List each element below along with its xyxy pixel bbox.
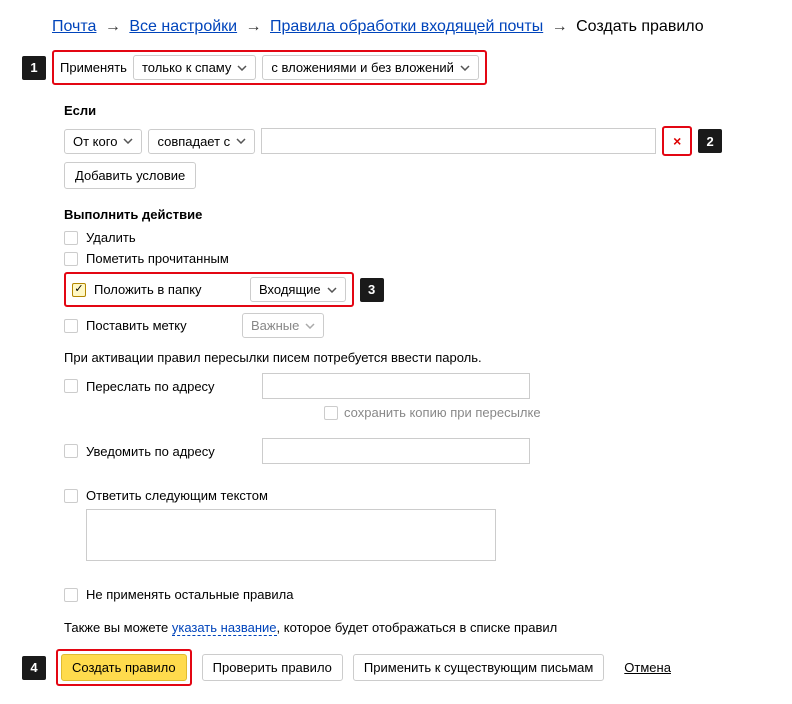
attachments-filter-select[interactable]: с вложениями и без вложений xyxy=(262,55,479,80)
notify-to-input[interactable] xyxy=(262,438,530,464)
callout-3: 3 xyxy=(360,278,384,302)
set-label-label: Поставить метку xyxy=(86,318,234,333)
save-copy-checkbox[interactable] xyxy=(324,406,338,420)
reply-with-checkbox[interactable] xyxy=(64,489,78,503)
chevron-down-icon xyxy=(305,323,315,329)
forward-to-label: Переслать по адресу xyxy=(86,379,254,394)
move-to-folder-group: Положить в папку Входящие xyxy=(64,272,354,307)
apply-existing-button[interactable]: Применить к существующим письмам xyxy=(353,654,604,681)
condition-operator-select[interactable]: совпадает с xyxy=(148,129,255,154)
callout-4: 4 xyxy=(22,656,46,680)
move-to-folder-label: Положить в папку xyxy=(94,282,242,297)
create-rule-wrap: Создать правило xyxy=(56,649,192,686)
breadcrumb: Почта → Все настройки → Правила обработк… xyxy=(52,18,770,36)
cancel-link[interactable]: Отмена xyxy=(624,660,671,675)
conditions-title: Если xyxy=(64,103,770,118)
condition-field-select[interactable]: От кого xyxy=(64,129,142,154)
chevron-down-icon xyxy=(123,138,133,144)
skip-other-label: Не применять остальные правила xyxy=(86,587,293,602)
forward-to-input[interactable] xyxy=(262,373,530,399)
breadcrumb-mail[interactable]: Почта xyxy=(52,18,96,35)
chevron-down-icon xyxy=(327,287,337,293)
delete-condition-wrap: × xyxy=(662,126,692,156)
apply-group: Применять только к спаму с вложениями и … xyxy=(52,50,487,85)
spam-filter-select[interactable]: только к спаму xyxy=(133,55,256,80)
chevron-down-icon xyxy=(236,138,246,144)
callout-2: 2 xyxy=(698,129,722,153)
notify-to-checkbox[interactable] xyxy=(64,444,78,458)
specify-name-link[interactable]: указать название xyxy=(172,620,277,636)
notify-to-label: Уведомить по адресу xyxy=(86,444,254,459)
delete-condition-button[interactable]: × xyxy=(665,129,689,153)
breadcrumb-incoming-rules[interactable]: Правила обработки входящей почты xyxy=(270,18,543,35)
reply-textarea[interactable] xyxy=(86,509,496,561)
create-rule-button[interactable]: Создать правило xyxy=(61,654,187,681)
name-hint: Также вы можете указать название, которо… xyxy=(64,620,770,635)
breadcrumb-all-settings[interactable]: Все настройки xyxy=(129,18,237,35)
callout-1: 1 xyxy=(22,56,46,80)
apply-label: Применять xyxy=(60,60,127,75)
delete-checkbox[interactable] xyxy=(64,231,78,245)
mark-read-label: Пометить прочитанным xyxy=(86,251,229,266)
mark-read-checkbox[interactable] xyxy=(64,252,78,266)
chevron-down-icon xyxy=(460,65,470,71)
breadcrumb-current: Создать правило xyxy=(576,18,704,35)
check-rule-button[interactable]: Проверить правило xyxy=(202,654,343,681)
folder-select[interactable]: Входящие xyxy=(250,277,346,302)
add-condition-button[interactable]: Добавить условие xyxy=(64,162,196,189)
chevron-down-icon xyxy=(237,65,247,71)
label-select[interactable]: Важные xyxy=(242,313,324,338)
reply-with-label: Ответить следующим текстом xyxy=(86,488,268,503)
skip-other-checkbox[interactable] xyxy=(64,588,78,602)
move-to-folder-checkbox[interactable] xyxy=(72,283,86,297)
set-label-checkbox[interactable] xyxy=(64,319,78,333)
forward-to-checkbox[interactable] xyxy=(64,379,78,393)
save-copy-label: сохранить копию при пересылке xyxy=(344,405,541,420)
actions-title: Выполнить действие xyxy=(64,207,770,222)
delete-label: Удалить xyxy=(86,230,136,245)
condition-value-input[interactable] xyxy=(261,128,656,154)
forward-password-note: При активации правил пересылки писем пот… xyxy=(64,350,770,365)
